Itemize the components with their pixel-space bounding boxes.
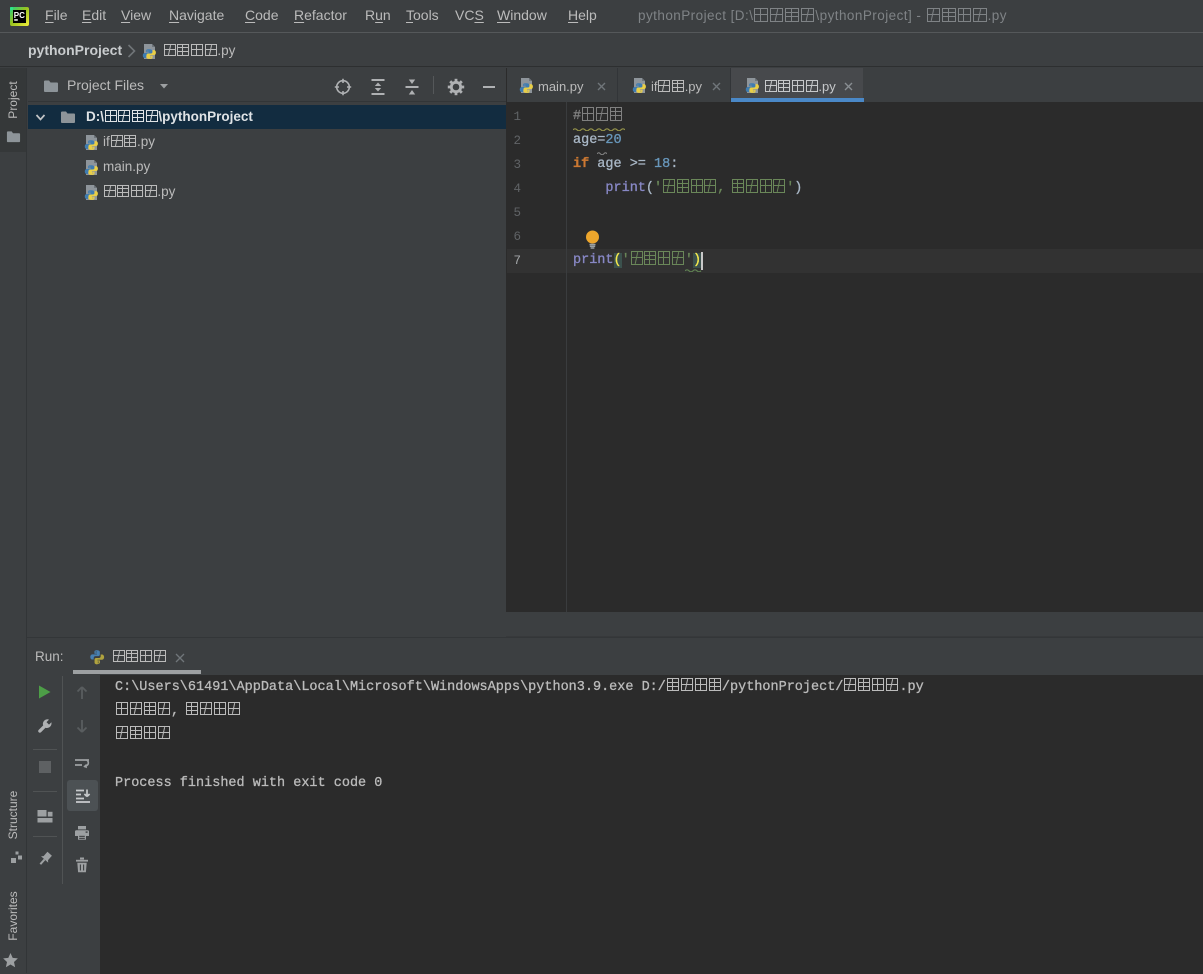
svg-text:PC: PC bbox=[14, 11, 25, 20]
